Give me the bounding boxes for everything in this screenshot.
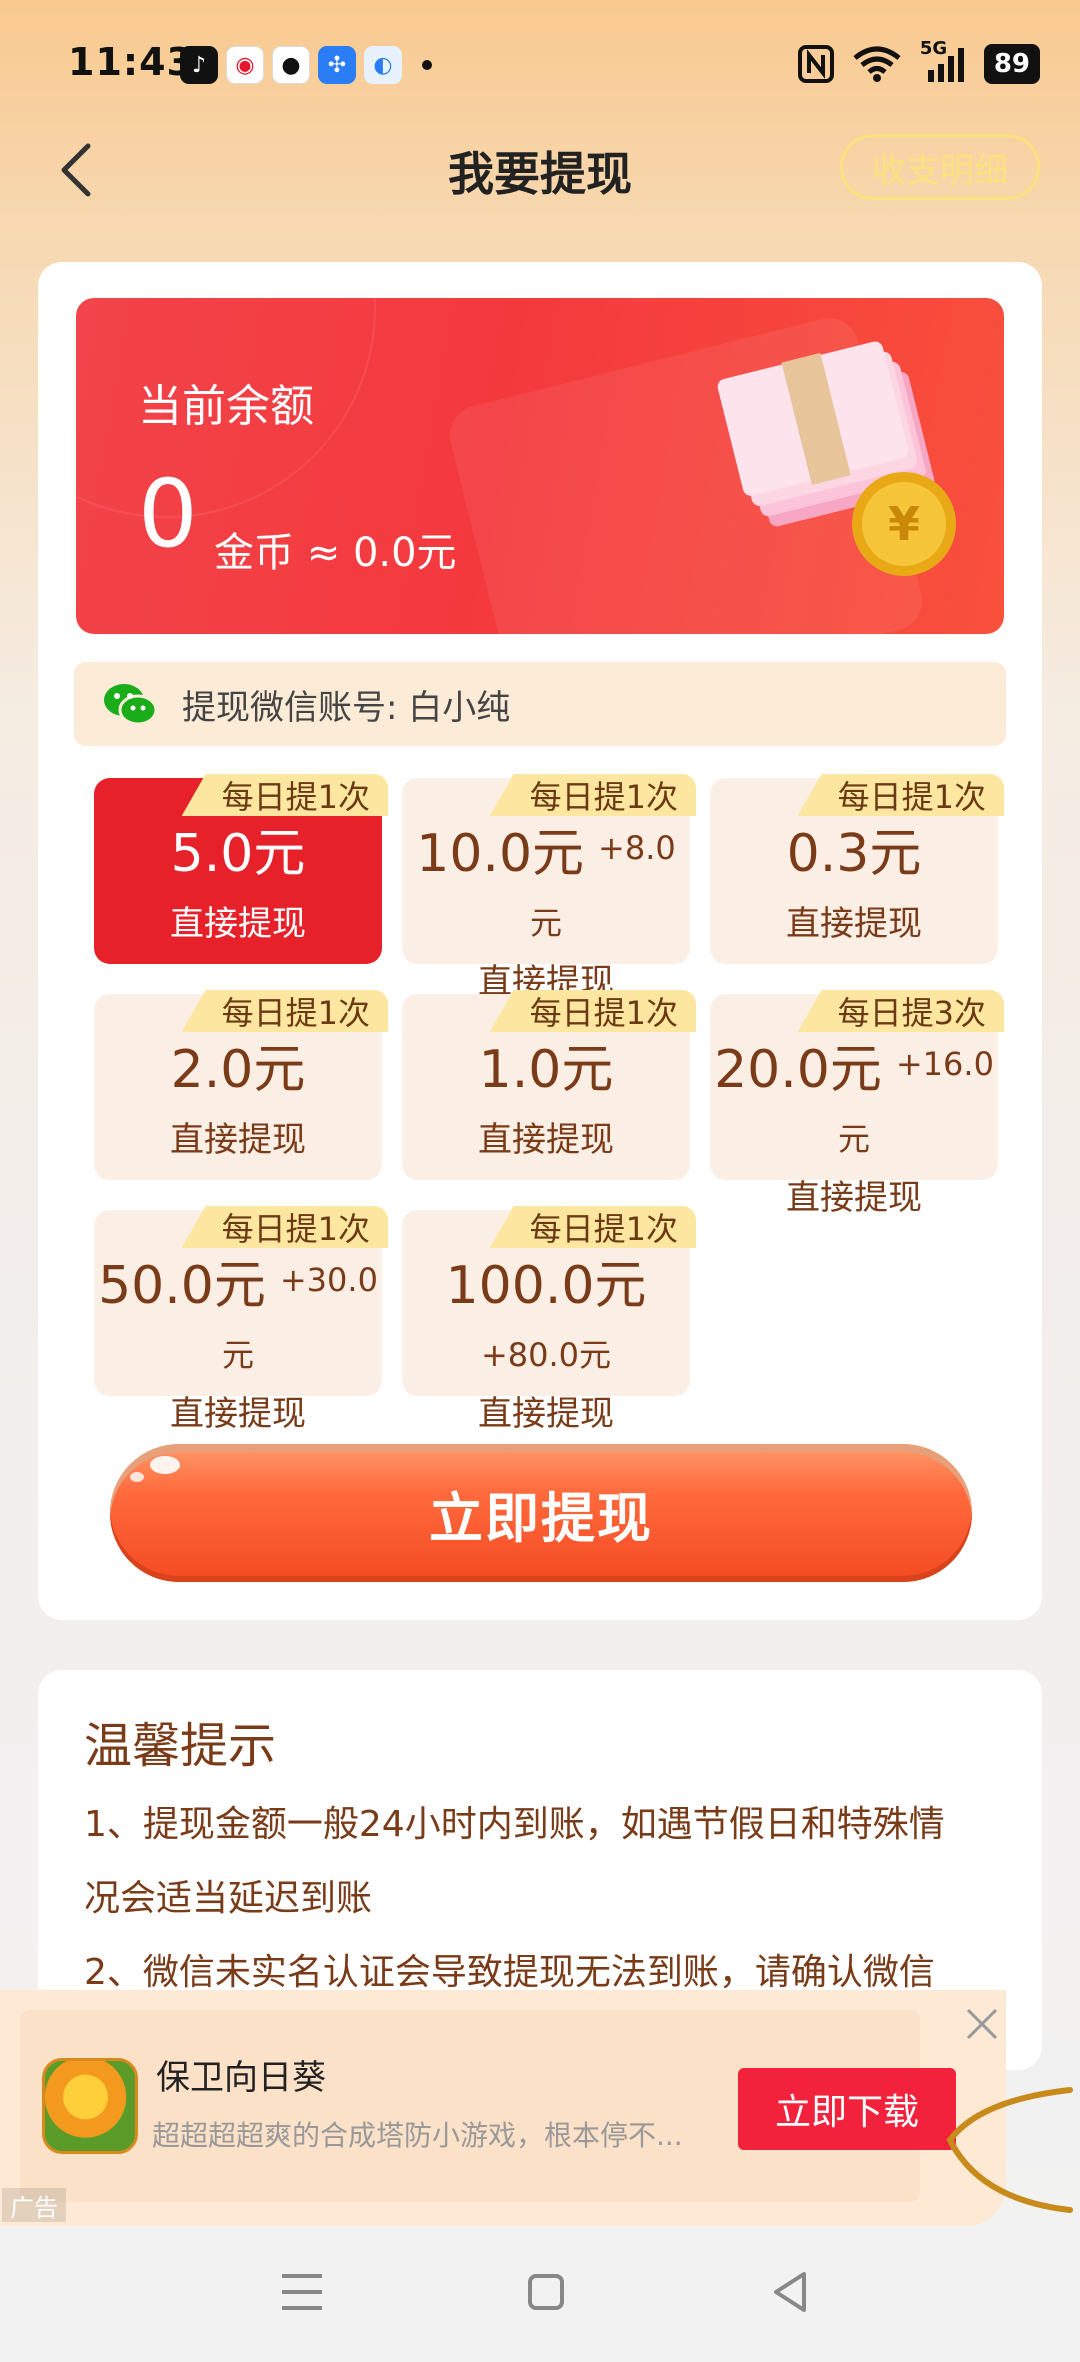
withdraw-option-50[interactable]: 每日提1次 50.0元 +30.0 元 直接提现 [94,1206,388,1434]
balance-label: 当前余额 [138,381,314,432]
option-subtitle: 直接提现 [786,904,922,944]
option-bonus-unit: +80.0元 [480,1336,612,1374]
back-icon[interactable] [760,2262,820,2322]
withdraw-option-5[interactable]: 每日提1次 5.0元 直接提现 [94,774,388,964]
button-highlight [150,1456,180,1474]
tips-title: 温馨提示 [84,1718,277,1774]
option-subtitle: 直接提现 [478,1120,614,1160]
ad-banner[interactable]: 保卫向日葵 超超超超爽的合成塔防小游戏，根本停不... 立即下载 广告 [0,1990,1006,2226]
notification-dot-icon [422,60,432,70]
system-nav-bar [0,2226,1080,2362]
wechat-icon [102,682,158,726]
ad-label: 广告 [2,2188,66,2222]
withdraw-option-1[interactable]: 每日提1次 1.0元 直接提现 [402,990,696,1180]
wifi-icon [853,46,901,82]
signal-icon: 5G [920,38,966,84]
pinwheel-icon: ✣ [318,46,356,84]
option-amount: 2.0元 [170,1040,306,1100]
status-bar: 11:43 ♪ ◉ ● ✣ ◐ 5G 89 [0,0,1080,130]
wechat-account-row: 提现微信账号: 白小纯 [74,662,1006,746]
option-limit-tag: 每日提1次 [797,774,1004,816]
svg-text:¥: ¥ [888,497,920,551]
withdraw-card: 当前余额 0 金币 ≈ 0.0元 ¥ 提现微信账号: 白小纯 每日提1次 5.0… [38,262,1042,1620]
withdraw-option-0-3[interactable]: 每日提1次 0.3元 直接提现 [710,774,1004,964]
withdraw-option-20[interactable]: 每日提3次 20.0元 +16.0 元 直接提现 [710,990,1004,1218]
option-bonus-unit: 元 [837,1120,870,1158]
balance-panel: 当前余额 0 金币 ≈ 0.0元 ¥ [76,298,1004,634]
ad-title: 保卫向日葵 [156,2058,326,2098]
option-amount: 5.0元 [170,824,306,884]
tips-line: 1、提现金额一般24小时内到账，如遇节假日和特殊情 [84,1804,945,1845]
swipe-gesture-icon [946,2087,1073,2213]
option-amount: 20.0元 +16.0 [714,1040,994,1100]
option-limit-tag: 每日提1次 [181,1206,388,1248]
battery-indicator: 89 [983,44,1040,84]
douyin-icon: ♪ [180,46,218,84]
balance-unit: 金币 ≈ 0.0元 [214,530,457,576]
status-app-icons: ♪ ◉ ● ✣ ◐ [180,46,432,84]
close-icon[interactable] [962,2004,1002,2044]
withdraw-now-button[interactable]: 立即提现 [110,1444,972,1582]
option-bonus: +16.0 [895,1045,994,1083]
status-time: 11:43 [68,40,194,84]
withdraw-option-100[interactable]: 每日提1次 100.0元 +80.0元 直接提现 [402,1206,696,1434]
home-icon[interactable] [516,2262,576,2322]
network-type: 5G [919,38,948,59]
option-subtitle: 直接提现 [170,1120,306,1160]
option-limit-tag: 每日提1次 [181,774,388,816]
ad-download-button[interactable]: 立即下载 [738,2068,956,2150]
button-highlight [130,1472,144,1482]
wechat-account-text: 提现微信账号: 白小纯 [182,687,511,728]
menu-icon[interactable] [272,2262,332,2322]
option-amount: 0.3元 [786,824,922,884]
option-bonus: +30.0 [279,1261,378,1299]
browser-icon: ◐ [364,46,402,84]
balance-coins: 0 [138,460,198,569]
option-limit-tag: 每日提1次 [181,990,388,1032]
option-subtitle: 直接提现 [786,1178,922,1218]
option-amount: 50.0元 +30.0 [98,1256,378,1316]
weibo-icon: ◉ [226,46,264,84]
option-limit-tag: 每日提1次 [489,990,696,1032]
withdraw-option-10[interactable]: 每日提1次 10.0元 +8.0 元 直接提现 [402,774,696,1002]
option-subtitle: 直接提现 [478,1394,614,1434]
withdraw-option-2[interactable]: 每日提1次 2.0元 直接提现 [94,990,388,1180]
ad-app-icon [42,2058,138,2154]
option-amount: 100.0元 [445,1256,647,1316]
option-amount: 10.0元 +8.0 [416,824,676,884]
option-amount: 1.0元 [478,1040,614,1100]
option-limit-tag: 每日提1次 [489,1206,696,1248]
qq-icon: ● [272,46,310,84]
option-subtitle: 直接提现 [170,1394,306,1434]
nfc-icon [797,45,834,83]
transaction-detail-button[interactable]: 收支明细 [840,134,1040,200]
tips-line: 况会适当延迟到账 [84,1878,373,1919]
option-subtitle: 直接提现 [170,904,306,944]
withdraw-now-label: 立即提现 [429,1486,653,1550]
option-limit-tag: 每日提1次 [489,774,696,816]
cash-stack-icon: ¥ [717,341,956,576]
option-bonus-unit: 元 [529,904,562,942]
ad-description: 超超超超爽的合成塔防小游戏，根本停不... [152,2119,683,2152]
status-right: 5G 89 [797,38,1040,84]
option-bonus: +8.0 [598,829,676,867]
option-limit-tag: 每日提3次 [797,990,1004,1032]
option-bonus-unit: 元 [221,1336,254,1374]
